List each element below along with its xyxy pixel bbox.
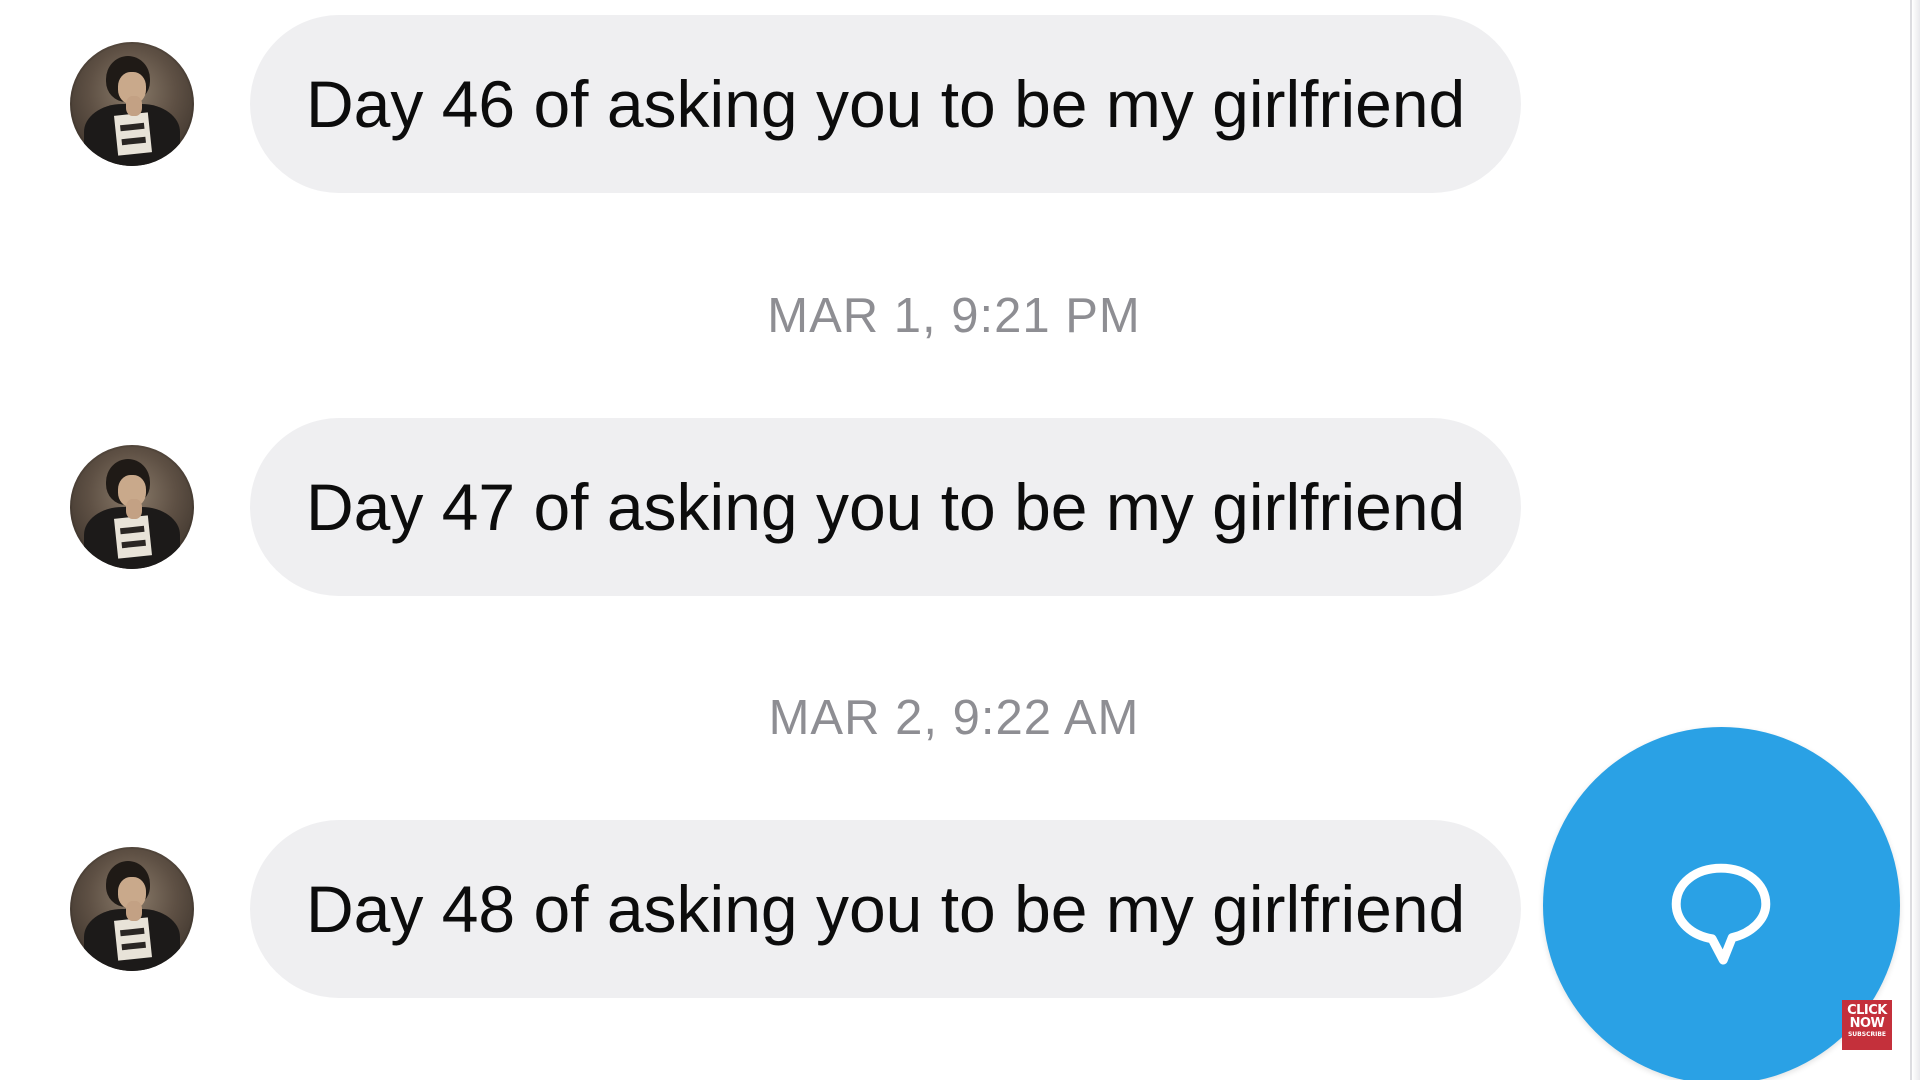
message-timestamp: MAR 1, 9:21 PM — [767, 289, 1141, 343]
window-edge — [1910, 0, 1920, 1080]
avatar-shirt-print — [114, 515, 152, 559]
speech-bubble-icon — [1671, 863, 1771, 965]
message-timestamp: MAR 2, 9:22 AM — [768, 691, 1140, 745]
avatar-shirt-print — [114, 917, 152, 961]
subscribe-badge[interactable]: CLICK NOW SUBSCRIBE — [1842, 1000, 1892, 1050]
avatar-hand — [126, 901, 142, 921]
subscribe-badge-line3: SUBSCRIBE — [1847, 1031, 1886, 1038]
sender-avatar[interactable] — [70, 445, 194, 569]
avatar-hand — [126, 96, 142, 116]
sender-avatar[interactable] — [70, 847, 194, 971]
subscribe-badge-line2: NOW — [1849, 1016, 1885, 1031]
sender-avatar[interactable] — [70, 42, 194, 166]
message-bubble[interactable]: Day 48 of asking you to be my girlfriend — [250, 820, 1522, 998]
message-bubble[interactable]: Day 47 of asking you to be my girlfriend — [250, 418, 1522, 596]
chat-screen: Day 46 of asking you to be my girlfriend… — [0, 0, 1920, 1080]
avatar-hand — [126, 499, 142, 519]
avatar-shirt-print — [114, 112, 152, 156]
message-bubble[interactable]: Day 46 of asking you to be my girlfriend — [250, 15, 1522, 193]
